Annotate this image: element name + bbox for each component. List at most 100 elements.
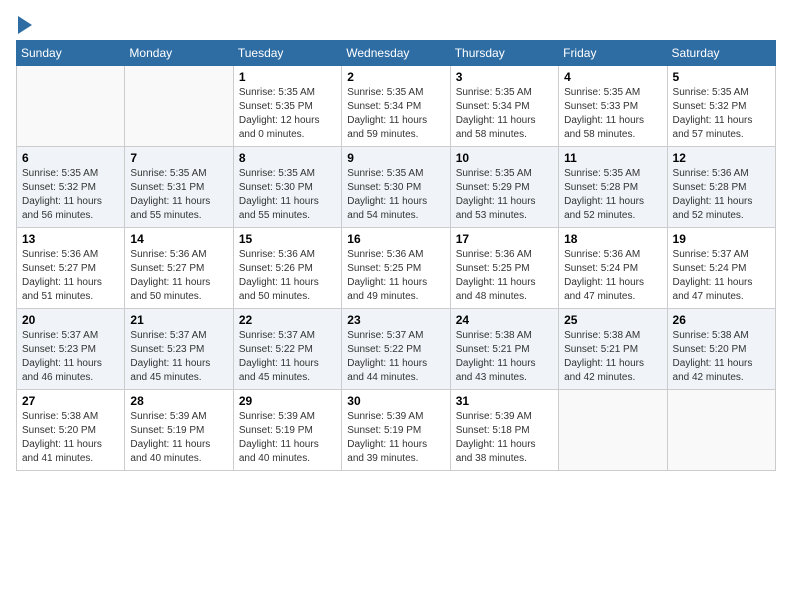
day-info: Sunrise: 5:37 AMSunset: 5:24 PMDaylight:… [673, 248, 770, 304]
day-number: 9 [347, 151, 444, 165]
calendar-cell: 4 Sunrise: 5:35 AMSunset: 5:33 PMDaylight… [559, 66, 667, 147]
calendar-cell [667, 390, 775, 471]
day-number: 3 [456, 70, 553, 84]
day-info: Sunrise: 5:35 AMSunset: 5:31 PMDaylight:… [130, 167, 227, 223]
calendar-cell [17, 66, 125, 147]
day-info: Sunrise: 5:38 AMSunset: 5:21 PMDaylight:… [456, 329, 553, 385]
day-info: Sunrise: 5:37 AMSunset: 5:23 PMDaylight:… [22, 329, 119, 385]
day-number: 27 [22, 394, 119, 408]
day-number: 2 [347, 70, 444, 84]
day-info: Sunrise: 5:36 AMSunset: 5:25 PMDaylight:… [347, 248, 444, 304]
calendar-cell: 25 Sunrise: 5:38 AMSunset: 5:21 PMDayligh… [559, 309, 667, 390]
calendar-cell: 16 Sunrise: 5:36 AMSunset: 5:25 PMDayligh… [342, 228, 450, 309]
calendar-cell: 28 Sunrise: 5:39 AMSunset: 5:19 PMDayligh… [125, 390, 233, 471]
day-number: 18 [564, 232, 661, 246]
day-number: 15 [239, 232, 336, 246]
calendar-day-header: Thursday [450, 41, 558, 66]
calendar-header-row: SundayMondayTuesdayWednesdayThursdayFrid… [17, 41, 776, 66]
calendar-cell: 23 Sunrise: 5:37 AMSunset: 5:22 PMDayligh… [342, 309, 450, 390]
day-info: Sunrise: 5:36 AMSunset: 5:25 PMDaylight:… [456, 248, 553, 304]
day-number: 14 [130, 232, 227, 246]
day-number: 12 [673, 151, 770, 165]
day-number: 6 [22, 151, 119, 165]
day-info: Sunrise: 5:36 AMSunset: 5:24 PMDaylight:… [564, 248, 661, 304]
day-info: Sunrise: 5:37 AMSunset: 5:23 PMDaylight:… [130, 329, 227, 385]
calendar-day-header: Wednesday [342, 41, 450, 66]
calendar-cell: 22Sunrise: 5:37 AMSunset: 5:22 PMDayligh… [233, 309, 341, 390]
day-number: 28 [130, 394, 227, 408]
day-number: 25 [564, 313, 661, 327]
day-info: Sunrise: 5:39 AMSunset: 5:19 PMDaylight:… [347, 410, 444, 466]
logo [16, 16, 32, 36]
day-info: Sunrise: 5:38 AMSunset: 5:20 PMDaylight:… [673, 329, 770, 385]
day-info: Sunrise: 5:37 AMSunset: 5:22 PMDaylight:… [347, 329, 444, 385]
day-number: 8 [239, 151, 336, 165]
day-info: Sunrise: 5:35 AMSunset: 5:30 PMDaylight:… [347, 167, 444, 223]
calendar-cell: 11 Sunrise: 5:35 AMSunset: 5:28 PMDayligh… [559, 147, 667, 228]
calendar-cell: 21 Sunrise: 5:37 AMSunset: 5:23 PMDayligh… [125, 309, 233, 390]
day-number: 21 [130, 313, 227, 327]
day-number: 29 [239, 394, 336, 408]
logo-chevron-icon [18, 16, 32, 34]
calendar-cell: 13 Sunrise: 5:36 AMSunset: 5:27 PMDayligh… [17, 228, 125, 309]
calendar-cell: 10Sunrise: 5:35 AMSunset: 5:29 PMDayligh… [450, 147, 558, 228]
calendar-day-header: Friday [559, 41, 667, 66]
day-number: 13 [22, 232, 119, 246]
day-info: Sunrise: 5:35 AMSunset: 5:32 PMDaylight:… [673, 86, 770, 142]
calendar-day-header: Tuesday [233, 41, 341, 66]
calendar-cell: 7 Sunrise: 5:35 AMSunset: 5:31 PMDaylight… [125, 147, 233, 228]
calendar-cell: 20Sunrise: 5:37 AMSunset: 5:23 PMDayligh… [17, 309, 125, 390]
day-info: Sunrise: 5:35 AMSunset: 5:35 PMDaylight:… [239, 86, 336, 142]
calendar-cell: 14 Sunrise: 5:36 AMSunset: 5:27 PMDayligh… [125, 228, 233, 309]
day-info: Sunrise: 5:39 AMSunset: 5:18 PMDaylight:… [456, 410, 553, 466]
calendar-day-header: Monday [125, 41, 233, 66]
calendar-cell: 15 Sunrise: 5:36 AMSunset: 5:26 PMDayligh… [233, 228, 341, 309]
day-number: 7 [130, 151, 227, 165]
calendar-cell: 31Sunrise: 5:39 AMSunset: 5:18 PMDayligh… [450, 390, 558, 471]
calendar-cell: 18 Sunrise: 5:36 AMSunset: 5:24 PMDayligh… [559, 228, 667, 309]
calendar-cell: 17 Sunrise: 5:36 AMSunset: 5:25 PMDayligh… [450, 228, 558, 309]
calendar-cell: 6 Sunrise: 5:35 AMSunset: 5:32 PMDaylight… [17, 147, 125, 228]
day-info: Sunrise: 5:35 AMSunset: 5:32 PMDaylight:… [22, 167, 119, 223]
calendar-cell: 8 Sunrise: 5:35 AMSunset: 5:30 PMDaylight… [233, 147, 341, 228]
calendar-cell: 1 Sunrise: 5:35 AMSunset: 5:35 PMDaylight… [233, 66, 341, 147]
day-info: Sunrise: 5:39 AMSunset: 5:19 PMDaylight:… [239, 410, 336, 466]
day-number: 23 [347, 313, 444, 327]
calendar-cell: 2 Sunrise: 5:35 AMSunset: 5:34 PMDaylight… [342, 66, 450, 147]
day-info: Sunrise: 5:35 AMSunset: 5:34 PMDaylight:… [347, 86, 444, 142]
calendar-table: SundayMondayTuesdayWednesdayThursdayFrid… [16, 40, 776, 471]
day-number: 1 [239, 70, 336, 84]
day-info: Sunrise: 5:39 AMSunset: 5:19 PMDaylight:… [130, 410, 227, 466]
page-header [16, 16, 776, 36]
day-info: Sunrise: 5:36 AMSunset: 5:26 PMDaylight:… [239, 248, 336, 304]
day-info: Sunrise: 5:37 AMSunset: 5:22 PMDaylight:… [239, 329, 336, 385]
day-info: Sunrise: 5:35 AMSunset: 5:30 PMDaylight:… [239, 167, 336, 223]
calendar-cell [125, 66, 233, 147]
day-number: 11 [564, 151, 661, 165]
calendar-cell: 9 Sunrise: 5:35 AMSunset: 5:30 PMDaylight… [342, 147, 450, 228]
calendar-cell: 29 Sunrise: 5:39 AMSunset: 5:19 PMDayligh… [233, 390, 341, 471]
calendar-cell [559, 390, 667, 471]
day-info: Sunrise: 5:38 AMSunset: 5:21 PMDaylight:… [564, 329, 661, 385]
calendar-cell: 12Sunrise: 5:36 AMSunset: 5:28 PMDayligh… [667, 147, 775, 228]
day-number: 19 [673, 232, 770, 246]
calendar-cell: 26Sunrise: 5:38 AMSunset: 5:20 PMDayligh… [667, 309, 775, 390]
calendar-week-row: 6 Sunrise: 5:35 AMSunset: 5:32 PMDaylight… [17, 147, 776, 228]
day-info: Sunrise: 5:35 AMSunset: 5:29 PMDaylight:… [456, 167, 553, 223]
day-info: Sunrise: 5:36 AMSunset: 5:27 PMDaylight:… [130, 248, 227, 304]
day-number: 24 [456, 313, 553, 327]
day-number: 16 [347, 232, 444, 246]
calendar-week-row: 27Sunrise: 5:38 AMSunset: 5:20 PMDayligh… [17, 390, 776, 471]
day-number: 4 [564, 70, 661, 84]
day-number: 17 [456, 232, 553, 246]
day-number: 5 [673, 70, 770, 84]
calendar-cell: 5 Sunrise: 5:35 AMSunset: 5:32 PMDaylight… [667, 66, 775, 147]
day-info: Sunrise: 5:36 AMSunset: 5:27 PMDaylight:… [22, 248, 119, 304]
calendar-cell: 19 Sunrise: 5:37 AMSunset: 5:24 PMDayligh… [667, 228, 775, 309]
day-info: Sunrise: 5:35 AMSunset: 5:34 PMDaylight:… [456, 86, 553, 142]
calendar-cell: 3 Sunrise: 5:35 AMSunset: 5:34 PMDaylight… [450, 66, 558, 147]
calendar-day-header: Sunday [17, 41, 125, 66]
day-info: Sunrise: 5:35 AMSunset: 5:28 PMDaylight:… [564, 167, 661, 223]
calendar-cell: 30Sunrise: 5:39 AMSunset: 5:19 PMDayligh… [342, 390, 450, 471]
day-info: Sunrise: 5:35 AMSunset: 5:33 PMDaylight:… [564, 86, 661, 142]
